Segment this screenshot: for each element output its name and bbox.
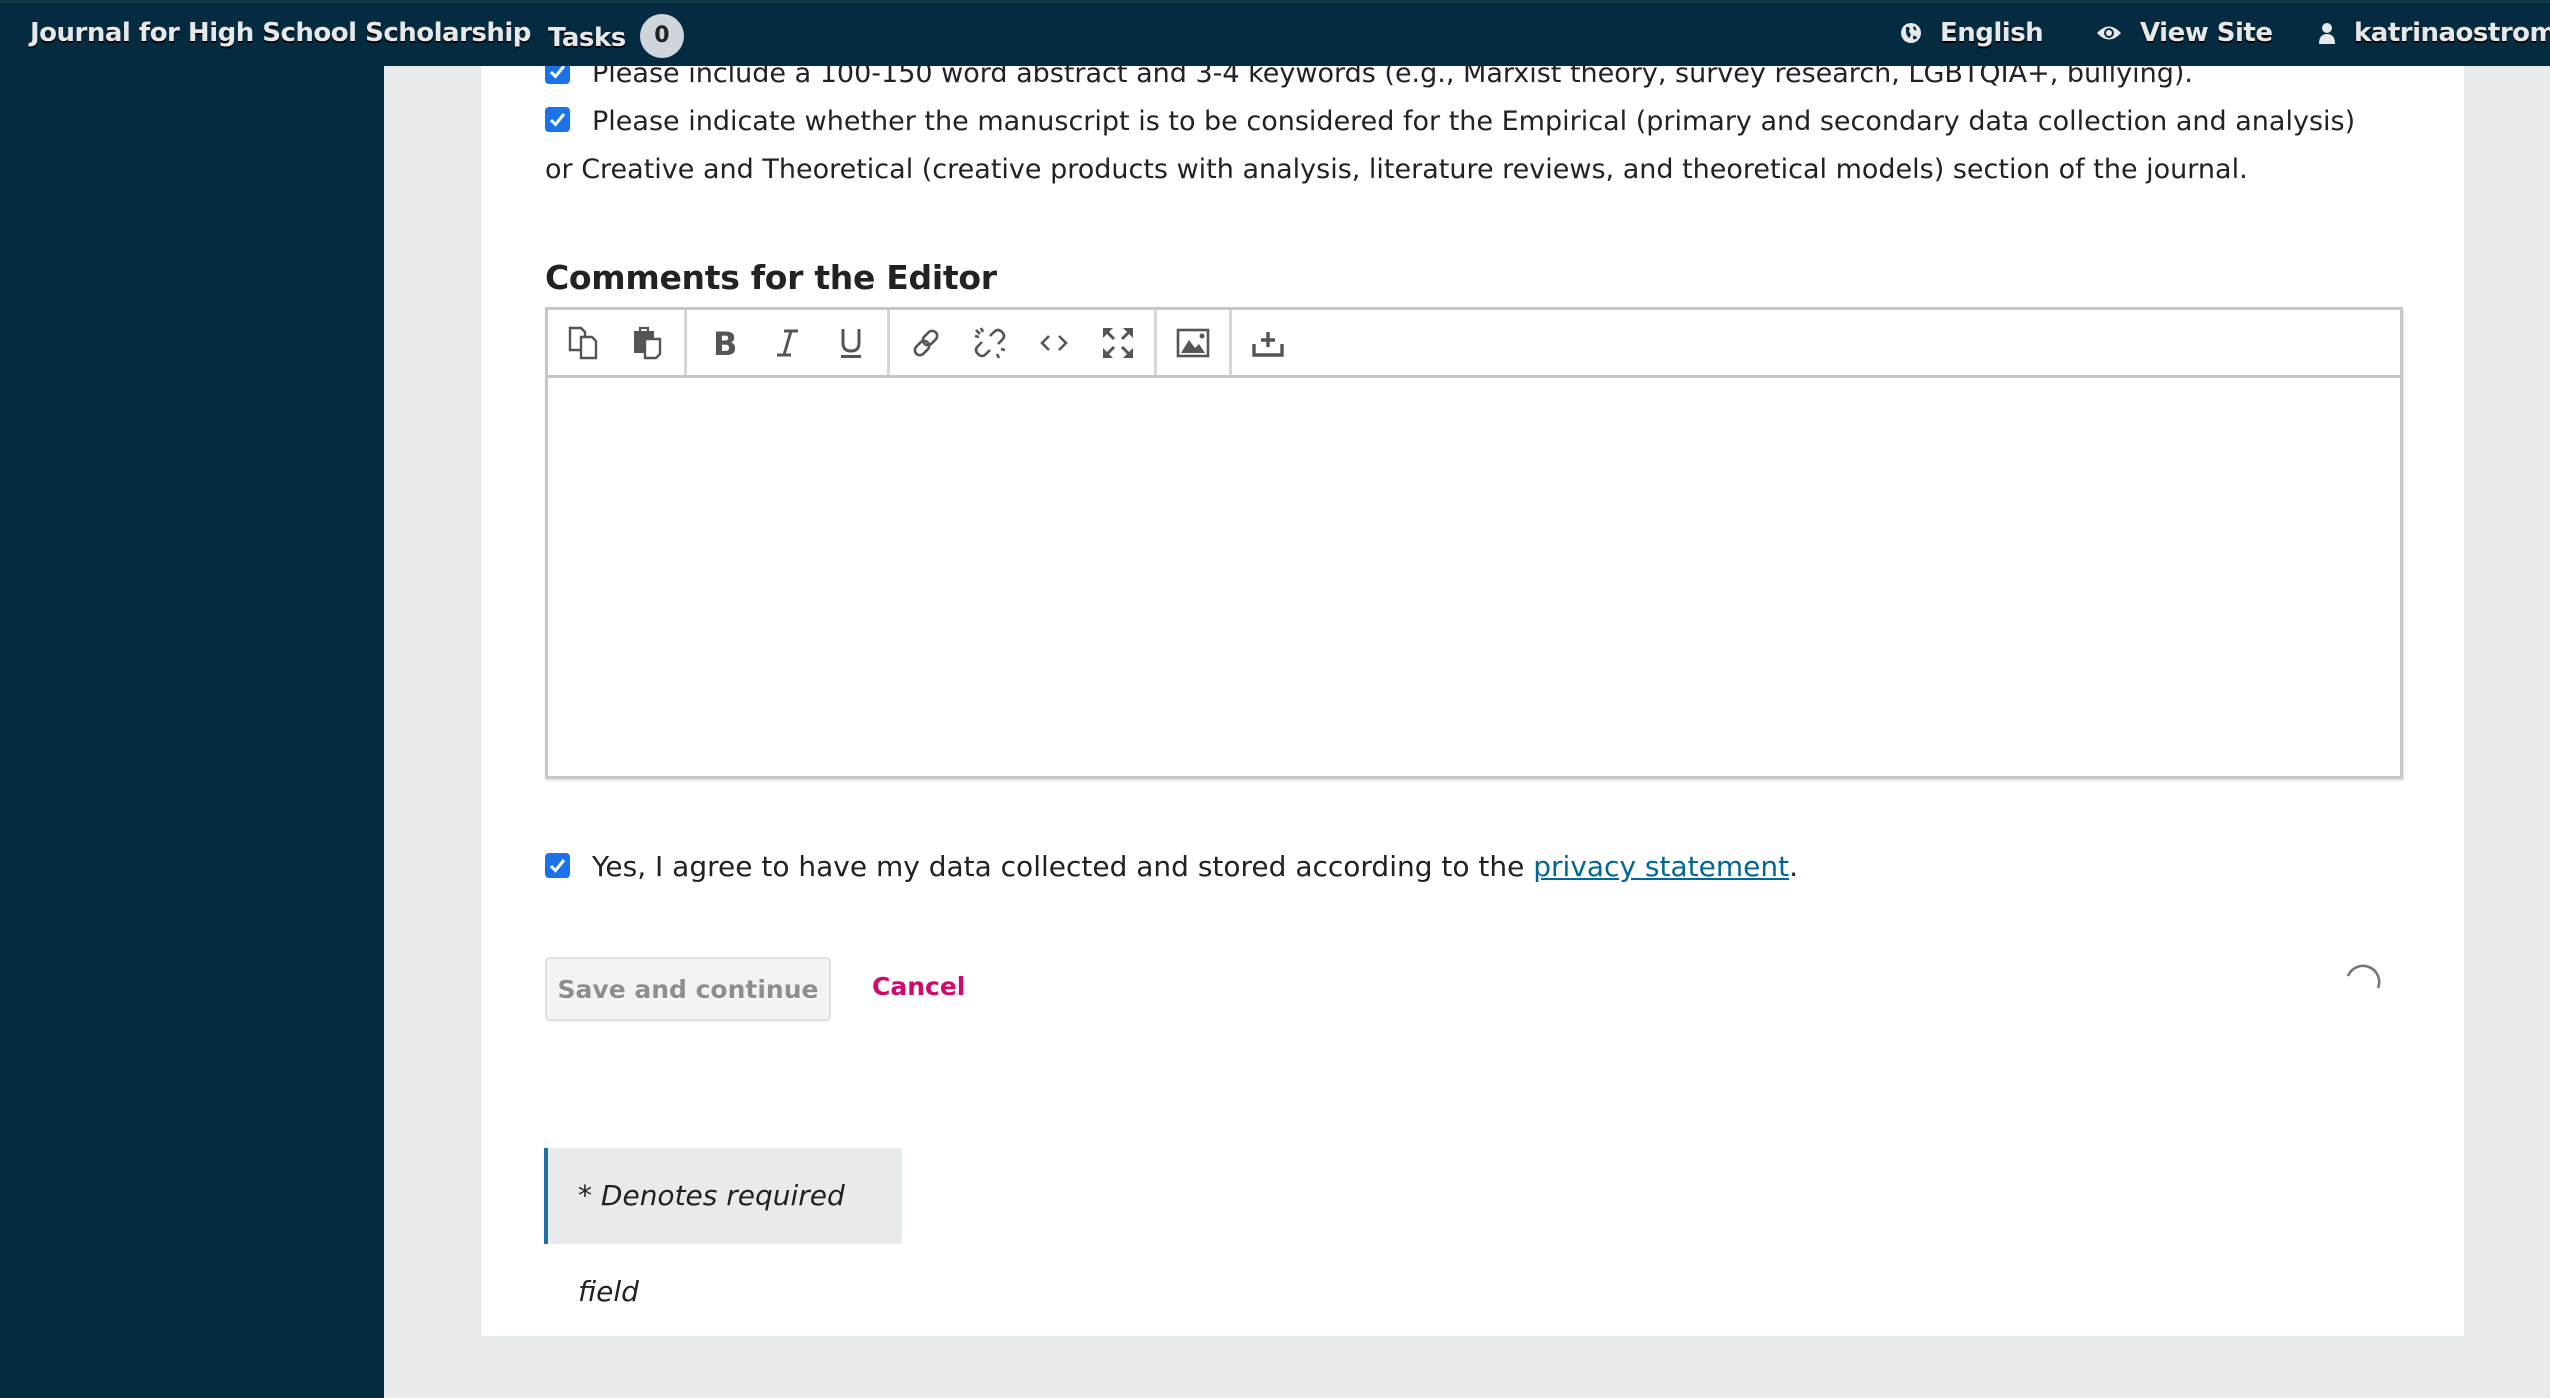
unlink-button[interactable] <box>958 312 1022 374</box>
privacy-consent-text: Yes, I agree to have my data collected a… <box>592 850 1534 883</box>
toolbar-group-clipboard <box>548 310 687 375</box>
fullscreen-icon <box>1103 327 1133 358</box>
underline-button[interactable] <box>819 312 883 374</box>
checkmark-icon <box>549 113 566 127</box>
toolbar-group-formatting: B <box>687 310 890 375</box>
site-title-link[interactable]: Journal for High School Scholarship <box>30 18 531 48</box>
eye-icon <box>2097 26 2121 40</box>
unlink-icon <box>974 326 1006 359</box>
checklist-text: Please indicate whether the manuscript i… <box>545 106 2356 185</box>
tasks-button[interactable]: Tasks 0 <box>548 14 684 58</box>
privacy-statement-link[interactable]: privacy statement <box>1533 850 1789 883</box>
underline-icon <box>841 328 861 358</box>
editor-toolbar: B <box>548 310 2400 378</box>
bold-icon: B <box>713 328 735 358</box>
insert-image-button[interactable] <box>1161 312 1225 374</box>
italic-button[interactable] <box>755 312 819 374</box>
comments-for-editor-heading: Comments for the Editor <box>545 258 997 297</box>
code-icon <box>1040 334 1068 351</box>
save-and-continue-button[interactable]: Save and continue <box>545 957 831 1021</box>
svg-text:B: B <box>713 328 735 358</box>
view-site-link[interactable]: View Site <box>2096 18 2273 48</box>
user-menu[interactable]: katrinaostrom <box>2318 18 2550 48</box>
toolbar-group-links <box>890 310 1157 375</box>
language-label: English <box>1940 18 2044 48</box>
copy-icon <box>568 326 598 359</box>
cancel-link[interactable]: Cancel <box>872 972 965 1001</box>
comments-editor: B <box>545 307 2403 779</box>
top-navigation-bar: Journal for High School Scholarship Task… <box>0 0 2550 66</box>
privacy-consent-checkbox[interactable] <box>545 852 570 878</box>
view-site-label: View Site <box>2140 18 2273 48</box>
globe-icon <box>1901 23 1921 43</box>
tasks-count-badge: 0 <box>639 14 684 58</box>
user-icon <box>2319 23 2335 44</box>
tasks-label: Tasks <box>548 23 626 53</box>
toolbar-group-media <box>1157 310 1232 375</box>
paste-button[interactable] <box>616 312 680 374</box>
username-label: katrinaostrom <box>2354 18 2550 48</box>
required-field-note: * Denotes required field <box>544 1148 902 1308</box>
upload-icon <box>1252 331 1284 357</box>
toolbar-group-upload <box>1232 310 1304 375</box>
privacy-consent-period: . <box>1789 850 1798 883</box>
source-code-button[interactable] <box>1022 312 1086 374</box>
link-button[interactable] <box>894 312 958 374</box>
copy-button[interactable] <box>552 312 616 374</box>
privacy-consent-row: Yes, I agree to have my data collected a… <box>545 843 1798 891</box>
italic-icon <box>777 329 798 356</box>
comments-text-area[interactable] <box>548 381 2400 776</box>
bold-button[interactable]: B <box>691 312 755 374</box>
link-icon <box>913 329 939 356</box>
upload-button[interactable] <box>1236 312 1300 374</box>
checkmark-icon <box>549 858 566 873</box>
loading-spinner-icon <box>2346 964 2381 989</box>
paste-icon <box>634 326 662 359</box>
sidebar <box>0 66 384 1398</box>
image-icon <box>1176 328 1210 357</box>
checklist-item: Please indicate whether the manuscript i… <box>545 98 2385 194</box>
fullscreen-button[interactable] <box>1086 312 1150 374</box>
language-menu[interactable]: English <box>1900 18 2044 48</box>
checklist-checkbox[interactable] <box>545 107 570 132</box>
